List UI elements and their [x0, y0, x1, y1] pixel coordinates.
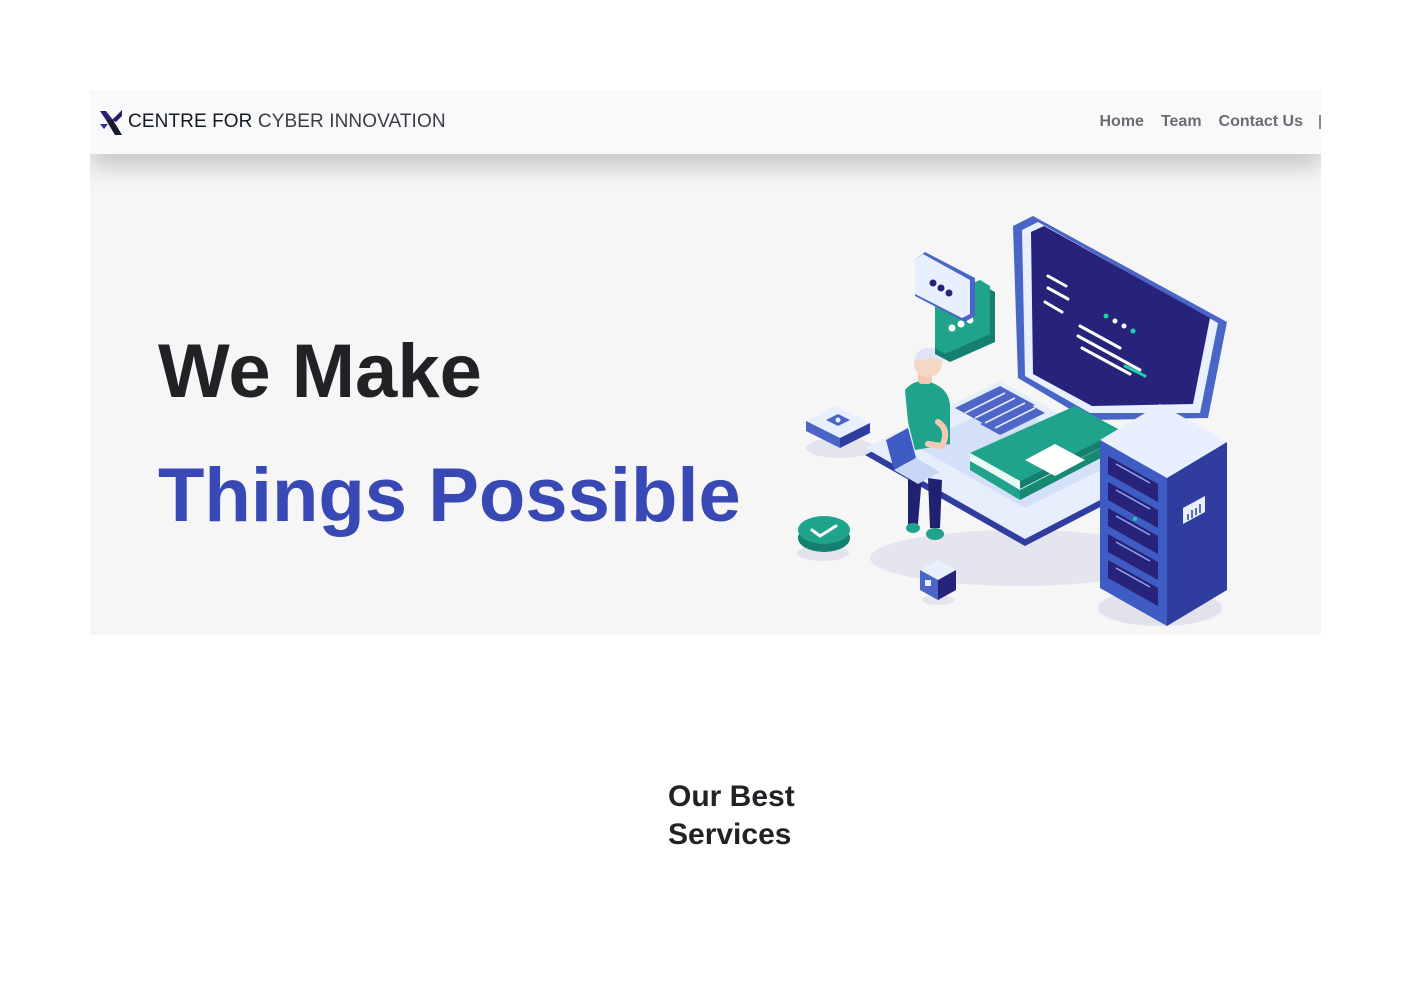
brand-logo-icon	[100, 110, 122, 135]
hero-headline-line2: Things Possible	[158, 453, 741, 538]
services-title-line2: Services	[668, 818, 792, 851]
nav-link-team[interactable]: Team	[1161, 113, 1202, 131]
hero-headline-line1: We Make	[158, 329, 482, 414]
hero-illustration	[797, 216, 1227, 626]
brand-name-light: CYBER INNOVATION	[257, 111, 446, 132]
services-title-line1: Our Best	[668, 780, 795, 813]
nav-link-contact[interactable]: Contact Us	[1219, 113, 1303, 131]
person	[886, 347, 950, 540]
brand-name-bold: CENTRE FOR	[128, 111, 253, 132]
server-rack	[1100, 404, 1227, 626]
chat-bubbles	[915, 252, 995, 362]
navbar: CENTRE FOR CYBER INNOVATION Home Team Co…	[90, 90, 1321, 154]
nav-links: Home Team Contact Us	[1082, 90, 1321, 154]
hero-frame: CENTRE FOR CYBER INNOVATION Home Team Co…	[90, 90, 1321, 635]
nav-link-clipped[interactable]	[1319, 115, 1321, 129]
services-title: Our Best Services	[668, 778, 795, 854]
nav-link-home[interactable]: Home	[1099, 113, 1143, 131]
page: CENTRE FOR CYBER INNOVATION Home Team Co…	[0, 0, 1411, 989]
brand-link[interactable]: CENTRE FOR CYBER INNOVATION	[98, 90, 446, 154]
brand-name: CENTRE FOR CYBER INNOVATION	[128, 111, 446, 133]
checkmark-token	[798, 516, 850, 552]
